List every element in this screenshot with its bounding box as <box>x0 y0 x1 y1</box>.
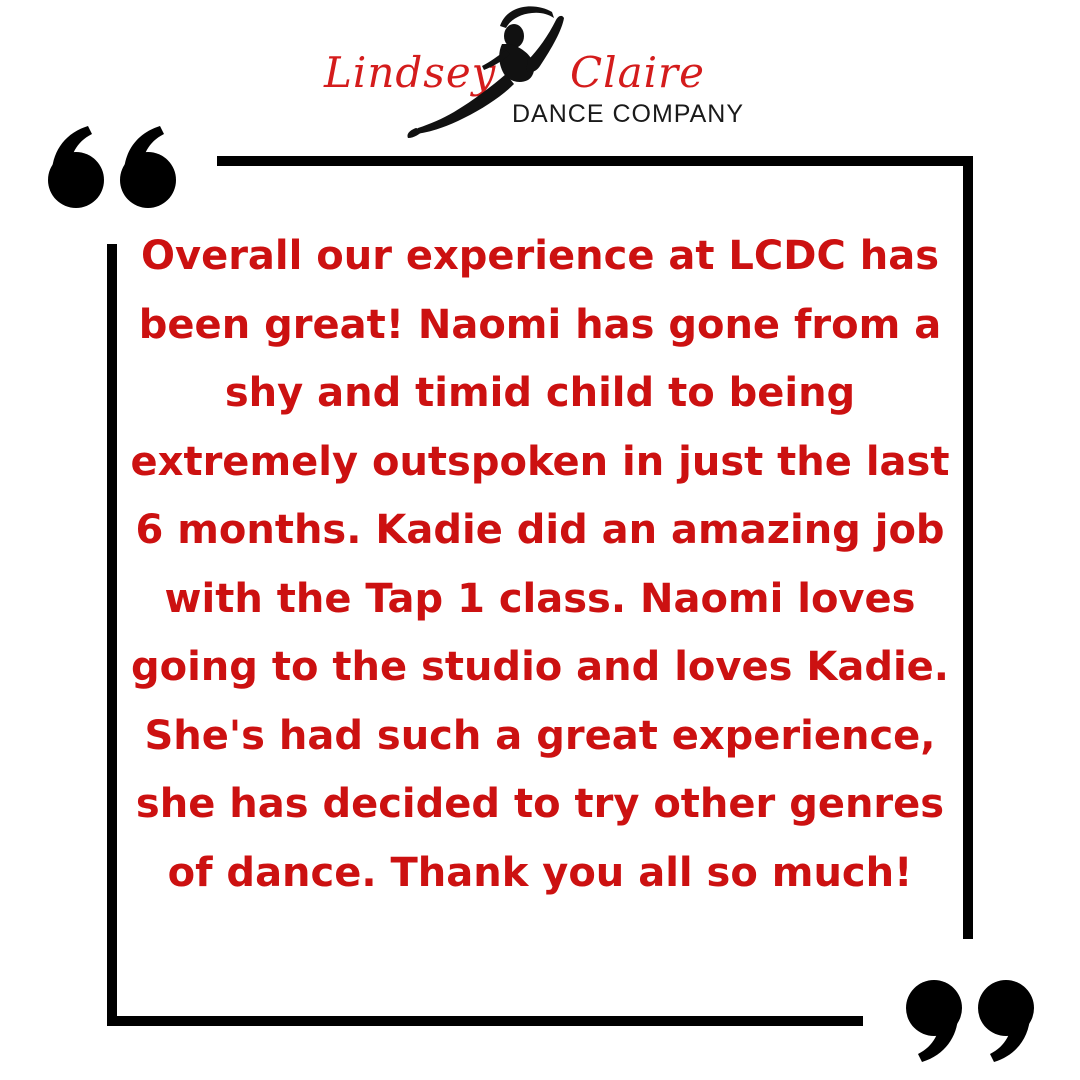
testimonial-text: Overall our experience at LCDC has been … <box>130 233 950 896</box>
open-quote-icon <box>48 126 176 208</box>
close-quote-icon <box>906 980 1034 1062</box>
